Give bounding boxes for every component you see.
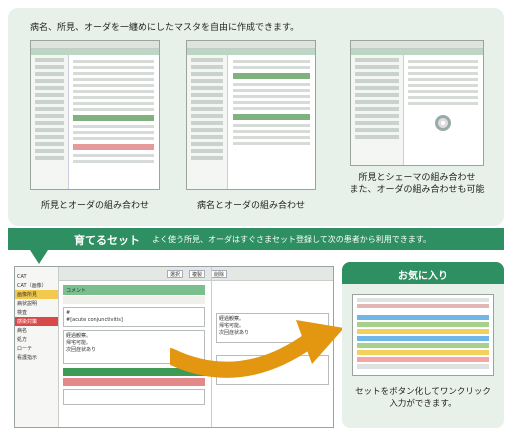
editor-header: コメント xyxy=(63,285,205,295)
copy-button[interactable]: 複製 xyxy=(189,270,206,278)
favorites-caption: セットをボタン化してワンクリック 入力ができます。 xyxy=(355,387,491,409)
sidebar-item[interactable]: 検査 xyxy=(15,308,58,317)
sidebar-item[interactable]: CAT xyxy=(15,273,58,281)
caption-disease-orders: 病名とオーダの組み合わせ xyxy=(196,201,305,211)
sidebar-item[interactable]: ローテ xyxy=(15,344,58,353)
intro-text: 病名、所見、オーダを一纏めにしたマスタを自由に作成できます。 xyxy=(30,23,300,33)
app-sidebar: CAT CAT（画像） 画像所見 病状説明 検査 感染対策 病名 処方 ローテ … xyxy=(15,267,59,427)
sidebar-item-highlight[interactable]: 感染対策 xyxy=(15,317,58,326)
screenshot-disease-orders xyxy=(186,40,316,190)
sidebar-item-selected[interactable]: 画像所見 xyxy=(15,290,58,299)
sidebar-item[interactable]: 病名 xyxy=(15,326,58,335)
banner-pointer xyxy=(30,250,48,264)
sidebar-item[interactable]: 処方 xyxy=(15,335,58,344)
sidebar-item[interactable]: CAT（画像） xyxy=(15,281,58,290)
banner-description: よく使う所見、オーダはすぐさまセット登録して次の患者から利用できます。 xyxy=(152,235,431,244)
select-button[interactable]: 選択 xyxy=(167,270,184,278)
caption-findings-schema: 所見とシェーマの組み合わせ また、オーダの組み合わせも可能 xyxy=(349,173,485,195)
sidebar-item[interactable]: 看護指示 xyxy=(15,353,58,362)
caption-findings-orders: 所見とオーダの組み合わせ xyxy=(40,201,149,211)
screenshot-findings-orders xyxy=(30,40,160,190)
favorites-screenshot xyxy=(352,294,494,376)
editor-subheader xyxy=(63,296,205,304)
order-box[interactable] xyxy=(63,389,205,405)
banner-title: 育てるセット xyxy=(74,234,140,247)
flow-arrow-icon xyxy=(170,320,344,378)
sidebar-item[interactable]: 病状説明 xyxy=(15,299,58,308)
favorites-title: お気に入り xyxy=(398,271,448,282)
screenshot-findings-schema xyxy=(350,40,484,166)
